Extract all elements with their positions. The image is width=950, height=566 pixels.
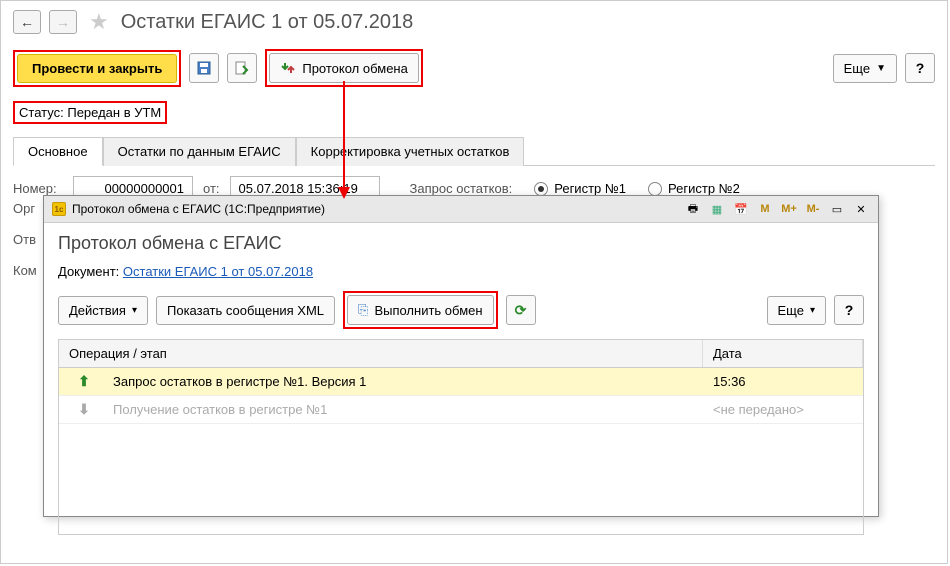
protocol-button-label: Протокол обмена	[302, 61, 408, 76]
more-button[interactable]: Еще ▼	[833, 54, 897, 83]
app-1c-icon: 1c	[52, 202, 66, 216]
doc-label: Документ:	[58, 264, 119, 279]
radio-reg2-label: Регистр №2	[668, 181, 740, 196]
actions-button[interactable]: Действия ▾	[58, 296, 148, 325]
modal-titlebar: 1c Протокол обмена с ЕГАИС (1С:Предприят…	[44, 196, 878, 223]
protocol-button[interactable]: Протокол обмена	[269, 53, 419, 83]
calc-icon[interactable]: ▦	[708, 200, 726, 218]
row-op: Запрос остатков в регистре №1. Версия 1	[109, 368, 703, 395]
chevron-down-icon: ▾	[132, 305, 137, 316]
org-label: Орг	[13, 201, 37, 216]
radio-reg1-label: Регистр №1	[554, 181, 626, 196]
doc-link[interactable]: Остатки ЕГАИС 1 от 05.07.2018	[123, 264, 313, 279]
exchange-label: Выполнить обмен	[374, 303, 482, 318]
nav-forward-button[interactable]: →	[49, 10, 77, 34]
side-labels: Орг Отв Ком	[13, 201, 37, 278]
modal-more-label: Еще	[778, 303, 804, 318]
chevron-down-icon: ▾	[810, 305, 815, 316]
arrow-down-icon: ⬇	[59, 401, 109, 418]
nav-back-button[interactable]: ←	[13, 10, 41, 34]
chevron-down-icon: ▼	[876, 63, 886, 74]
minimize-icon[interactable]: ▭	[828, 200, 846, 218]
star-icon[interactable]: ★	[85, 9, 113, 35]
print-icon[interactable]: 🖶	[684, 200, 702, 218]
modal-help-button[interactable]: ?	[834, 295, 864, 325]
tabs: Основное Остатки по данным ЕГАИС Коррект…	[13, 136, 935, 166]
radio-reg1[interactable]: Регистр №1	[534, 181, 626, 196]
main-window: ← → ★ Остатки ЕГАИС 1 от 05.07.2018 Пров…	[0, 0, 948, 564]
row-date: <не передано>	[703, 396, 863, 423]
table-row[interactable]: ⬇ Получение остатков в регистре №1 <не п…	[59, 396, 863, 424]
arrow-up-icon: ⬆	[59, 373, 109, 390]
request-label: Запрос остатков:	[410, 181, 513, 196]
exchange-icon: ⎘	[358, 302, 368, 318]
help-button[interactable]: ?	[905, 53, 935, 83]
post-button[interactable]	[227, 53, 257, 83]
table-row[interactable]: ⬆ Запрос остатков в регистре №1. Версия …	[59, 368, 863, 396]
modal-heading: Протокол обмена с ЕГАИС	[58, 233, 864, 254]
highlight-status: Статус: Передан в УТМ	[13, 101, 167, 124]
status-row: Статус: Передан в УТМ	[1, 97, 947, 128]
row-op: Получение остатков в регистре №1	[109, 396, 703, 423]
protocol-modal: 1c Протокол обмена с ЕГАИС (1С:Предприят…	[43, 195, 879, 517]
modal-more-button[interactable]: Еще ▾	[767, 296, 826, 325]
table-header: Операция / этап Дата	[59, 340, 863, 368]
highlight-post-close: Провести и закрыть	[13, 50, 181, 87]
from-label: от:	[203, 181, 220, 196]
doc-row: Документ: Остатки ЕГАИС 1 от 05.07.2018	[58, 264, 864, 279]
refresh-button[interactable]: ⟳	[506, 295, 536, 325]
kom-label: Ком	[13, 263, 37, 278]
highlight-exchange: ⎘ Выполнить обмен	[343, 291, 498, 329]
tab-balances[interactable]: Остатки по данным ЕГАИС	[103, 137, 296, 166]
titlebar: ← → ★ Остатки ЕГАИС 1 от 05.07.2018	[1, 1, 947, 43]
mplus-button[interactable]: M+	[780, 200, 798, 218]
highlight-protocol: Протокол обмена	[265, 49, 423, 87]
save-button[interactable]	[189, 53, 219, 83]
close-icon[interactable]: ✕	[852, 200, 870, 218]
exchange-button[interactable]: ⎘ Выполнить обмен	[347, 295, 494, 325]
radio-reg2-input[interactable]	[648, 182, 662, 196]
tab-main[interactable]: Основное	[13, 137, 103, 166]
m-button[interactable]: M	[756, 200, 774, 218]
main-toolbar: Провести и закрыть Протокол обмена Еще ▼…	[1, 43, 947, 93]
row-date: 15:36	[703, 368, 863, 395]
radio-reg2[interactable]: Регистр №2	[648, 181, 740, 196]
post-and-close-button[interactable]: Провести и закрыть	[17, 54, 177, 83]
col-date[interactable]: Дата	[703, 340, 863, 367]
otv-label: Отв	[13, 232, 37, 247]
modal-toolbar: Действия ▾ Показать сообщения XML ⎘ Выпо…	[58, 291, 864, 329]
tab-correction[interactable]: Корректировка учетных остатков	[296, 137, 525, 166]
protocol-table: Операция / этап Дата ⬆ Запрос остатков в…	[58, 339, 864, 535]
table-empty-space	[59, 424, 863, 534]
page-title: Остатки ЕГАИС 1 от 05.07.2018	[121, 11, 414, 34]
calendar-icon[interactable]: 📅	[732, 200, 750, 218]
col-operation[interactable]: Операция / этап	[59, 340, 703, 367]
modal-body: Протокол обмена с ЕГАИС Документ: Остатк…	[44, 223, 878, 545]
exchange-icon	[280, 60, 296, 76]
mminus-button[interactable]: M-	[804, 200, 822, 218]
radio-reg1-input[interactable]	[534, 182, 548, 196]
modal-title: Протокол обмена с ЕГАИС (1С:Предприятие)	[72, 202, 325, 216]
more-label: Еще	[844, 61, 870, 76]
actions-label: Действия	[69, 303, 126, 318]
show-xml-button[interactable]: Показать сообщения XML	[156, 296, 335, 325]
status-label: Статус:	[19, 105, 64, 120]
number-label: Номер:	[13, 181, 63, 196]
status-value: Передан в УТМ	[67, 105, 161, 120]
